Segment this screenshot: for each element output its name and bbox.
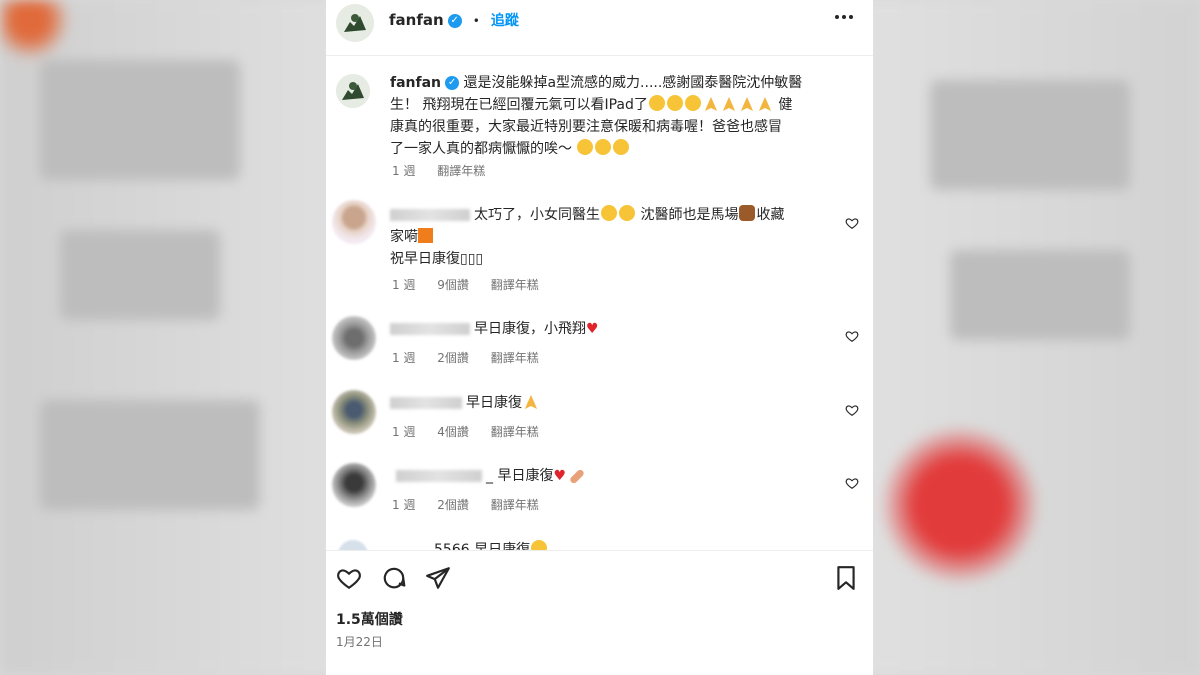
comment-text-part: _ xyxy=(486,468,493,484)
post-actions-bar: 1.5萬個讚 1月22日 xyxy=(326,550,873,675)
comment-likes[interactable]: 9個讚 xyxy=(437,278,469,292)
caption-line2: 生！ 飛翔現在已經回覆元氣可以看IPad了 xyxy=(390,97,648,113)
verified-icon: ✓ xyxy=(447,13,462,28)
like-comment-heart-icon[interactable] xyxy=(845,329,859,343)
caption-translate-link[interactable]: 翻譯年糕 xyxy=(437,164,485,178)
profile-avatar[interactable] xyxy=(336,4,374,42)
comment-text: 早日康復，小飛翔♥ xyxy=(390,318,830,340)
caption-time: 1 週 xyxy=(392,164,416,178)
emoji-icon xyxy=(531,540,548,550)
post-header: fanfan ✓ • 追蹤 xyxy=(326,0,873,56)
comment-time: 1 週 xyxy=(392,425,416,439)
comment-meta: 1 週 2個讚 翻譯年糕 xyxy=(392,349,557,366)
caption-username[interactable]: fanfan xyxy=(390,75,441,91)
commenter-avatar[interactable] xyxy=(332,463,376,507)
praying-hands-icon xyxy=(525,395,537,409)
caption-line4: 了一家人真的都病懨懨的唉～ xyxy=(390,141,572,157)
commenter-name-blurred[interactable] xyxy=(390,209,470,221)
comment-time: 1 週 xyxy=(392,278,416,292)
like-comment-heart-icon[interactable] xyxy=(845,476,859,490)
praying-hands-icon xyxy=(740,97,753,111)
caption-line1: 還是沒能躲掉a型流感的威力.....感謝國泰醫院沈仲敏醫 xyxy=(463,75,803,91)
comment-icon[interactable] xyxy=(381,565,407,591)
orange-square-icon xyxy=(418,228,433,243)
caption-line3: 康真的很重要，大家最近特別要注意保暖和病毒喔！爸爸也感冒 xyxy=(390,119,782,135)
comment-text: 5566 早日康復 xyxy=(434,539,548,550)
comment-text-part: 收藏 xyxy=(756,207,785,223)
praying-hands-icon xyxy=(758,97,771,111)
more-icon[interactable] xyxy=(833,6,855,34)
comment-translate-link[interactable]: 翻譯年糕 xyxy=(491,425,539,439)
comment-meta: 1 週 9個讚 翻譯年糕 xyxy=(392,276,557,293)
comment-text-part: 早日康復，小飛翔 xyxy=(474,321,586,337)
horse-emoji-icon xyxy=(739,205,756,221)
praying-hands-icon xyxy=(704,97,717,111)
like-comment-heart-icon[interactable] xyxy=(845,216,859,230)
comment-text-part: 祝早日康復▯▯▯ xyxy=(390,251,484,267)
comment-text-part: 早日康復 xyxy=(497,468,554,484)
comment-translate-link[interactable]: 翻譯年糕 xyxy=(491,498,539,512)
comment-text: _ 早日康復♥ xyxy=(390,465,830,487)
smile-emoji-icon xyxy=(595,139,612,155)
comment-text-part: 早日康復 xyxy=(466,395,522,411)
commenter-name-blurred[interactable] xyxy=(390,323,470,335)
post-username[interactable]: fanfan xyxy=(389,11,444,29)
separator-dot: • xyxy=(472,14,480,28)
bandage-icon xyxy=(568,467,586,485)
comment-meta: 1 週 4個讚 翻譯年糕 xyxy=(392,423,557,440)
commenter-avatar[interactable] xyxy=(332,316,376,360)
grin-emoji-icon xyxy=(666,95,683,111)
comment-time: 1 週 xyxy=(392,351,416,365)
verified-icon: ✓ xyxy=(445,76,460,90)
like-comment-heart-icon[interactable] xyxy=(845,403,859,417)
caption-avatar[interactable] xyxy=(336,74,370,108)
comment-meta: 1 週 2個讚 翻譯年糕 xyxy=(392,496,557,513)
comment-text-part: 5566 早日康復 xyxy=(434,542,531,550)
heart-icon[interactable] xyxy=(336,565,362,591)
comment-translate-link[interactable]: 翻譯年糕 xyxy=(491,278,539,292)
comment-text: 太巧了，小女同醫生 沈醫師也是馬場 收藏 家嗬 祝早日康復▯▯▯ xyxy=(390,204,830,270)
comment-likes[interactable]: 4個讚 xyxy=(437,425,469,439)
follow-button[interactable]: 追蹤 xyxy=(491,13,519,29)
red-heart-icon: ♥ xyxy=(586,321,599,337)
comment-text-part: 家嗬 xyxy=(390,229,418,245)
smile-emoji-icon xyxy=(577,139,594,155)
comment-text-part: 沈醫師也是馬場 xyxy=(640,207,739,223)
post-likes-count[interactable]: 1.5萬個讚 xyxy=(336,609,403,629)
comment-time: 1 週 xyxy=(392,498,416,512)
caption-text: fanfan ✓ 還是沒能躲掉a型流感的威力.....感謝國泰醫院沈仲敏醫 生！ … xyxy=(390,72,850,160)
smile-emoji-icon xyxy=(613,139,630,155)
instagram-post-panel: fanfan ✓ • 追蹤 fanfan ✓ 還是沒能躲掉a型流感的威力.....感… xyxy=(326,0,873,675)
scream-emoji-icon xyxy=(601,205,617,221)
caption-line2-end: 健 xyxy=(778,97,793,113)
comment-item-partial: 5566 早日康復 xyxy=(326,535,873,550)
comment-likes[interactable]: 2個讚 xyxy=(437,498,469,512)
share-icon[interactable] xyxy=(425,565,451,591)
caption-meta: 1 週 翻譯年糕 xyxy=(392,162,503,179)
commenter-name-blurred[interactable] xyxy=(390,397,462,409)
comment-text-part: 太巧了，小女同醫生 xyxy=(474,207,600,223)
comment-text: 早日康復 xyxy=(390,392,830,414)
scream-emoji-icon xyxy=(619,205,635,221)
grin-emoji-icon xyxy=(684,95,701,111)
grin-emoji-icon xyxy=(648,95,665,111)
commenter-avatar[interactable] xyxy=(332,390,376,434)
praying-hands-icon xyxy=(722,97,735,111)
comment-likes[interactable]: 2個讚 xyxy=(437,351,469,365)
comment-translate-link[interactable]: 翻譯年糕 xyxy=(491,351,539,365)
commenter-name-blurred[interactable] xyxy=(396,470,482,482)
commenter-avatar[interactable] xyxy=(332,200,376,244)
commenter-avatar[interactable] xyxy=(338,540,368,550)
red-heart-icon: ♥ xyxy=(553,468,567,484)
post-date: 1月22日 xyxy=(336,635,383,649)
bookmark-icon[interactable] xyxy=(833,565,859,591)
